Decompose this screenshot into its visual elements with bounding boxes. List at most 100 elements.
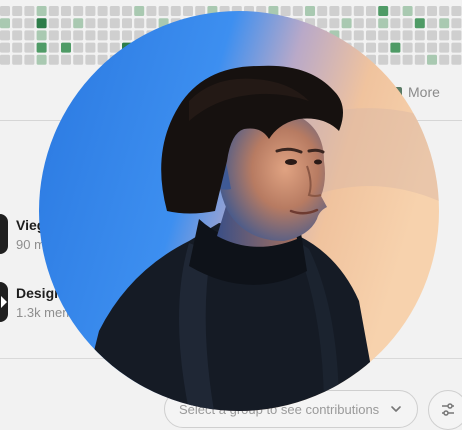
contribution-cell[interactable] xyxy=(353,30,364,41)
contribution-cell[interactable] xyxy=(341,6,352,16)
contribution-cell[interactable] xyxy=(439,42,450,53)
contribution-cell[interactable] xyxy=(353,6,364,16)
contribution-cell[interactable] xyxy=(97,6,108,16)
contribution-cell[interactable] xyxy=(414,18,425,29)
contribution-cell[interactable] xyxy=(414,30,425,41)
contribution-cell[interactable] xyxy=(0,18,10,29)
contribution-cell[interactable] xyxy=(390,42,401,53)
contribution-cell[interactable] xyxy=(305,6,315,16)
contribution-cell[interactable] xyxy=(329,6,340,16)
contribution-cell[interactable] xyxy=(97,18,108,29)
contribution-cell[interactable] xyxy=(317,6,328,16)
contribution-cell[interactable] xyxy=(402,6,413,16)
contribution-cell[interactable] xyxy=(451,30,462,41)
contribution-cell[interactable] xyxy=(48,18,59,29)
contribution-cell[interactable] xyxy=(341,30,352,41)
contribution-cell[interactable] xyxy=(122,30,132,41)
contribution-cell[interactable] xyxy=(439,54,450,65)
contribution-cell[interactable] xyxy=(48,6,59,16)
contribution-cell[interactable] xyxy=(170,6,181,16)
contribution-cell[interactable] xyxy=(427,54,437,65)
contribution-cell[interactable] xyxy=(0,42,10,53)
contribution-cell[interactable] xyxy=(109,30,120,41)
contribution-cell[interactable] xyxy=(85,54,96,65)
contribution-cell[interactable] xyxy=(85,6,96,16)
contribution-cell[interactable] xyxy=(439,6,450,16)
contribution-cell[interactable] xyxy=(61,6,71,16)
contribution-cell[interactable] xyxy=(451,6,462,16)
contribution-cell[interactable] xyxy=(341,18,352,29)
contribution-cell[interactable] xyxy=(73,18,84,29)
contribution-cell[interactable] xyxy=(0,54,10,65)
contribution-cell[interactable] xyxy=(61,42,71,53)
contribution-cell[interactable] xyxy=(427,18,437,29)
contribution-cell[interactable] xyxy=(402,42,413,53)
contribution-cell[interactable] xyxy=(97,42,108,53)
contribution-cell[interactable] xyxy=(48,30,59,41)
contribution-cell[interactable] xyxy=(366,30,376,41)
contribution-cell[interactable] xyxy=(146,18,157,29)
contribution-cell[interactable] xyxy=(12,42,23,53)
contribution-cell[interactable] xyxy=(353,18,364,29)
contribution-cell[interactable] xyxy=(36,42,47,53)
contribution-cell[interactable] xyxy=(48,42,59,53)
filter-button[interactable] xyxy=(428,390,462,430)
contribution-cell[interactable] xyxy=(12,6,23,16)
contribution-cell[interactable] xyxy=(390,30,401,41)
contribution-cell[interactable] xyxy=(366,18,376,29)
contribution-cell[interactable] xyxy=(36,54,47,65)
contribution-cell[interactable] xyxy=(402,30,413,41)
contribution-cell[interactable] xyxy=(402,18,413,29)
contribution-cell[interactable] xyxy=(390,18,401,29)
contribution-cell[interactable] xyxy=(36,18,47,29)
contribution-cell[interactable] xyxy=(366,6,376,16)
contribution-cell[interactable] xyxy=(427,6,437,16)
contribution-cell[interactable] xyxy=(183,6,193,16)
contribution-cell[interactable] xyxy=(73,6,84,16)
contribution-cell[interactable] xyxy=(73,30,84,41)
contribution-cell[interactable] xyxy=(122,18,132,29)
contribution-cell[interactable] xyxy=(390,6,401,16)
contribution-cell[interactable] xyxy=(134,6,145,16)
contribution-cell[interactable] xyxy=(0,6,10,16)
contribution-cell[interactable] xyxy=(402,54,413,65)
contribution-cell[interactable] xyxy=(146,6,157,16)
contribution-cell[interactable] xyxy=(378,6,389,16)
contribution-cell[interactable] xyxy=(24,6,35,16)
contribution-cell[interactable] xyxy=(24,54,35,65)
contribution-cell[interactable] xyxy=(378,42,389,53)
contribution-cell[interactable] xyxy=(12,18,23,29)
contribution-cell[interactable] xyxy=(378,18,389,29)
contribution-cell[interactable] xyxy=(378,30,389,41)
contribution-cell[interactable] xyxy=(85,18,96,29)
contribution-cell[interactable] xyxy=(366,42,376,53)
contribution-cell[interactable] xyxy=(61,54,71,65)
contribution-cell[interactable] xyxy=(12,54,23,65)
contribution-cell[interactable] xyxy=(427,42,437,53)
contribution-cell[interactable] xyxy=(427,30,437,41)
contribution-cell[interactable] xyxy=(36,30,47,41)
contribution-cell[interactable] xyxy=(36,6,47,16)
contribution-cell[interactable] xyxy=(378,54,389,65)
contribution-cell[interactable] xyxy=(134,18,145,29)
contribution-cell[interactable] xyxy=(24,30,35,41)
contribution-cell[interactable] xyxy=(414,6,425,16)
contribution-cell[interactable] xyxy=(414,54,425,65)
contribution-cell[interactable] xyxy=(48,54,59,65)
contribution-cell[interactable] xyxy=(12,30,23,41)
contribution-cell[interactable] xyxy=(73,54,84,65)
contribution-cell[interactable] xyxy=(73,42,84,53)
contribution-cell[interactable] xyxy=(61,30,71,41)
contribution-cell[interactable] xyxy=(97,30,108,41)
contribution-cell[interactable] xyxy=(109,6,120,16)
contribution-cell[interactable] xyxy=(390,54,401,65)
contribution-cell[interactable] xyxy=(329,18,340,29)
contribution-cell[interactable] xyxy=(0,30,10,41)
contribution-cell[interactable] xyxy=(414,42,425,53)
contribution-cell[interactable] xyxy=(451,18,462,29)
contribution-cell[interactable] xyxy=(158,6,169,16)
contribution-cell[interactable] xyxy=(280,6,291,16)
contribution-cell[interactable] xyxy=(451,42,462,53)
contribution-cell[interactable] xyxy=(61,18,71,29)
contribution-cell[interactable] xyxy=(451,54,462,65)
